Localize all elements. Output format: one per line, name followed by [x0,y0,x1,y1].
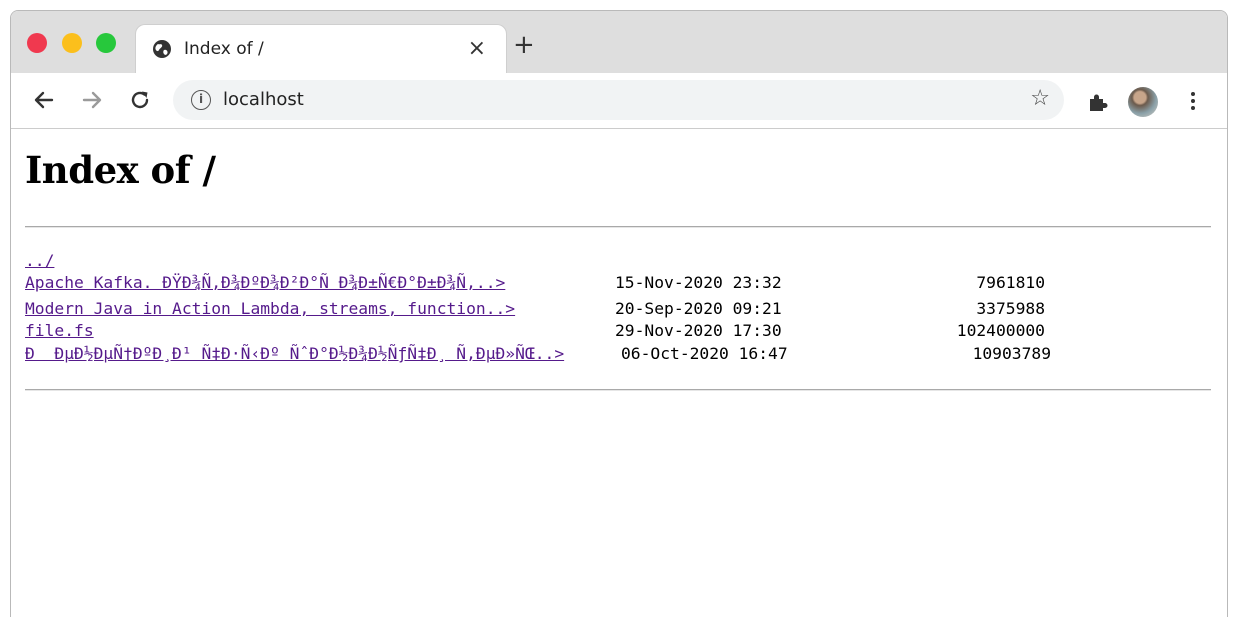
arrow-left-icon [34,91,54,109]
file-link[interactable]: Apache Kafka. ÐŸÐ¾Ñ‚Ð¾ÐºÐ¾Ð²Ð°Ñ Ð¾Ð±Ñ€Ð°… [25,272,505,294]
tab-close-icon[interactable]: × [468,37,486,61]
close-window-button[interactable] [27,33,47,53]
tab-title: Index of / [184,39,264,59]
file-size: 3375988 [976,299,1045,318]
list-item: Modern Java in Action Lambda, streams, f… [25,298,1045,320]
list-item: ../ [25,250,103,272]
file-date: 15-Nov-2020 23:32 [615,273,782,292]
file-date: 20-Sep-2020 09:21 [615,299,782,318]
page-title: Index of / [25,148,216,192]
tab-index[interactable]: Index of / × [135,24,507,74]
file-date: 06-Oct-2020 16:47 [621,344,788,363]
tab-strip: Index of / × + [11,11,1227,74]
info-icon[interactable]: i [191,90,211,110]
reload-icon [131,91,149,109]
file-size: 102400000 [956,321,1045,340]
puzzle-piece-icon[interactable] [1087,91,1109,113]
file-link[interactable]: ../ [25,250,54,272]
list-item: Ð ÐµÐ½ÐµÑ†ÐºÐ¸Ð¹ Ñ‡Ð·Ñ‹Ðº ÑˆÐ°Ð½Ð¾Ð½ÑƒÑ‡… [25,343,1051,365]
arrow-right-icon [82,91,102,109]
file-size: 10903789 [972,344,1051,363]
file-link[interactable]: Ð ÐµÐ½ÐµÑ†ÐºÐ¸Ð¹ Ñ‡Ð·Ñ‹Ðº ÑˆÐ°Ð½Ð¾Ð½ÑƒÑ‡… [25,343,564,365]
list-item: file.fs 29-Nov-2020 17:30 102400000 [25,320,1045,342]
file-link[interactable]: file.fs [25,320,94,342]
divider-bottom [25,389,1211,391]
forward-button[interactable] [75,83,109,117]
page-content: Index of / ../ Apache Kafka. ÐŸÐ¾Ñ‚Ð¾ÐºÐ… [11,130,1227,617]
maximize-window-button[interactable] [96,33,116,53]
back-button[interactable] [27,83,61,117]
globe-icon [153,40,171,58]
file-date: 29-Nov-2020 17:30 [615,321,782,340]
reload-button[interactable] [123,83,157,117]
url-text[interactable]: localhost [223,89,304,110]
star-icon[interactable]: ☆ [1030,86,1050,111]
avatar[interactable] [1128,87,1158,117]
divider-top [25,226,1211,228]
toolbar: i localhost ☆ [11,73,1227,129]
address-bar[interactable]: i localhost ☆ [173,80,1064,120]
browser-window: Index of / × + i localhost ☆ Index of / … [10,10,1228,617]
file-size: 7961810 [976,273,1045,292]
file-link[interactable]: Modern Java in Action Lambda, streams, f… [25,298,515,320]
new-tab-button[interactable]: + [513,32,535,58]
minimize-window-button[interactable] [62,33,82,53]
more-vertical-icon[interactable] [1181,89,1205,113]
list-item: Apache Kafka. ÐŸÐ¾Ñ‚Ð¾ÐºÐ¾Ð²Ð°Ñ Ð¾Ð±Ñ€Ð°… [25,272,1045,294]
